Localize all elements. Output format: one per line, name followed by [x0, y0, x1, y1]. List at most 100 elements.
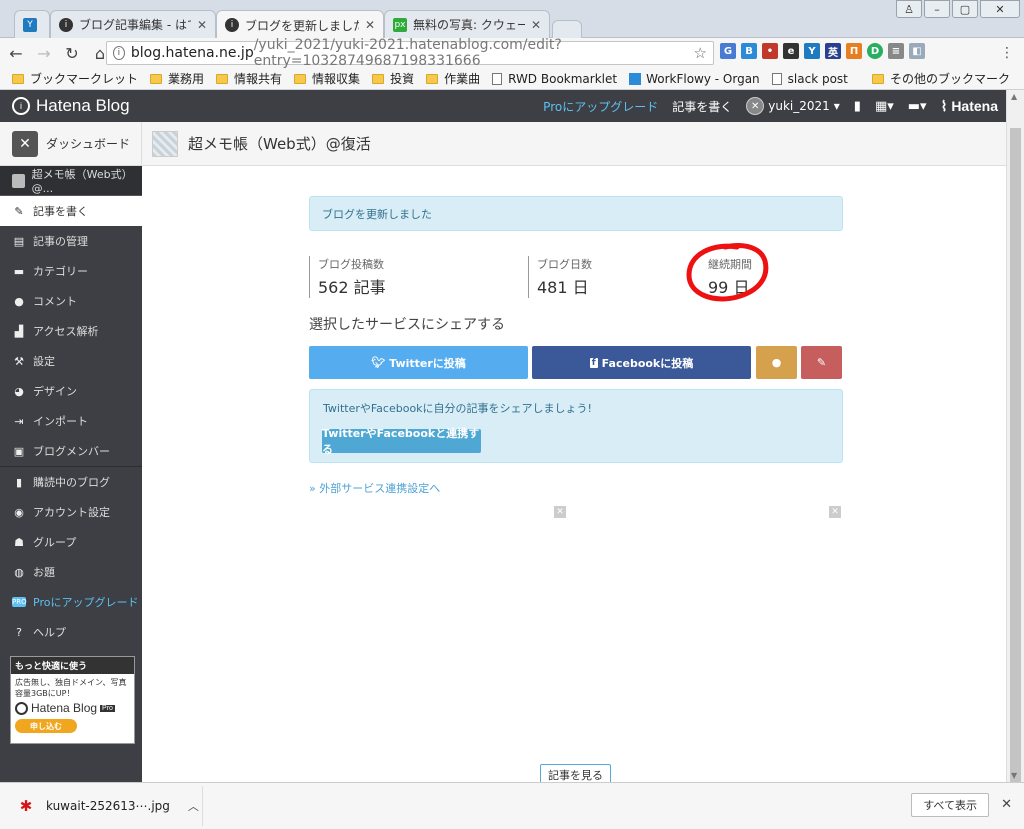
extension-icon[interactable]: •: [762, 43, 778, 59]
apps-grid-icon[interactable]: ▦▾: [875, 99, 894, 114]
notification-icon[interactable]: ▬▾: [908, 99, 927, 114]
sidebar-item-document[interactable]: ▤ 記事の管理: [0, 226, 142, 256]
pro-badge: Pro: [100, 704, 115, 712]
bookmark-folder[interactable]: 情報収集: [294, 70, 360, 87]
comment-share-button[interactable]: ●: [756, 346, 797, 379]
sidebar-item-palette[interactable]: ◕ デザイン: [0, 376, 142, 406]
sidebar-item-label: アクセス解析: [33, 325, 99, 338]
profile-icon[interactable]: ♙: [896, 0, 922, 18]
close-icon[interactable]: ✕: [1001, 797, 1012, 812]
write-post-link[interactable]: 記事を書く: [672, 98, 732, 115]
bookmark-link[interactable]: slack post: [771, 72, 848, 86]
dashboard-link[interactable]: ✕ ダッシュボード: [0, 121, 142, 166]
minimize-button[interactable]: –: [924, 0, 950, 18]
sidebar-item-pencil[interactable]: ✎ 記事を書く: [0, 196, 142, 226]
hatena-bookmark-share-button[interactable]: ✎: [801, 346, 842, 379]
sidebar-item-bar-chart[interactable]: ▟ アクセス解析: [0, 316, 142, 346]
reload-button[interactable]: ↻: [60, 41, 84, 65]
bookmark-folder[interactable]: 業務用: [150, 70, 204, 87]
download-item[interactable]: ✱ kuwait-252613⋯.jpg ︿: [18, 786, 203, 826]
show-all-downloads-button[interactable]: すべて表示: [911, 793, 989, 817]
bookmark-folder[interactable]: 投資: [372, 70, 414, 87]
members-icon: ▣: [13, 444, 25, 458]
sidebar-blog-selector[interactable]: 超メモ帳（Web式）@...: [0, 166, 142, 196]
scroll-down-icon[interactable]: ▼: [1011, 771, 1017, 780]
user-menu[interactable]: ✕ yuki_2021 ▾: [746, 97, 840, 115]
topic-icon: ◍: [14, 565, 24, 579]
scrollbar-thumb[interactable]: [1010, 128, 1021, 788]
address-bar[interactable]: i blog.hatena.ne.jp/yuki_2021/yuki-2021.…: [106, 37, 714, 69]
extension-icon[interactable]: ≡: [888, 43, 904, 59]
window-close-button[interactable]: ✕: [980, 0, 1020, 18]
sidebar-item-wrench[interactable]: ⚒ 設定: [0, 346, 142, 376]
connect-services-button[interactable]: TwitterやFacebookと連携する: [322, 427, 481, 456]
sidebar-item-import[interactable]: ⇥ インポート: [0, 406, 142, 436]
promo-apply-button[interactable]: 申し込む: [15, 719, 77, 733]
sidebar-item-account[interactable]: ◉ アカウント設定: [0, 497, 142, 527]
back-button[interactable]: ←: [4, 41, 28, 65]
sidebar-item-members[interactable]: ▣ ブログメンバー: [0, 436, 142, 466]
hatena-icon[interactable]: Y: [804, 43, 820, 59]
ad-close-icon[interactable]: ✕: [829, 506, 841, 518]
stat-value: 481 日: [537, 278, 589, 297]
bookmark-folder[interactable]: 作業曲: [426, 70, 480, 87]
bookmark-folder[interactable]: ブックマークレット: [12, 70, 138, 87]
facebook-post-button[interactable]: f Facebookに投稿: [532, 346, 751, 379]
bookmark-label: その他のブックマーク: [889, 72, 1010, 86]
update-notice: ブログを更新しました: [309, 196, 843, 231]
tab-blog-edit[interactable]: i ブログ記事編集 - はてな ✕: [50, 10, 216, 38]
bookmark-link[interactable]: RWD Bookmarklet: [492, 72, 617, 86]
chevron-up-icon[interactable]: ︿: [188, 798, 199, 814]
extension-icon[interactable]: Π: [846, 43, 862, 59]
view-post-button[interactable]: 記事を見る: [540, 764, 611, 784]
bookmark-folder[interactable]: 情報共有: [216, 70, 282, 87]
extension-icon[interactable]: D: [867, 43, 883, 59]
group-icon: ☗: [14, 535, 24, 549]
sidebar-item-topic[interactable]: ◍ お題: [0, 557, 142, 587]
other-bookmarks[interactable]: その他のブックマーク: [871, 70, 1010, 87]
info-icon[interactable]: i: [113, 46, 125, 60]
ad-close-icon[interactable]: ✕: [554, 506, 566, 518]
sidebar-item-help[interactable]: ? ヘルプ: [0, 617, 142, 647]
close-icon[interactable]: ✕: [365, 18, 375, 32]
sidebar-item-bookmark[interactable]: ▮ 購読中のブログ: [0, 467, 142, 497]
new-tab-button[interactable]: [552, 20, 582, 38]
tab-blog-updated[interactable]: i ブログを更新しました - ✕: [216, 10, 384, 39]
forward-button[interactable]: →: [32, 41, 56, 65]
bookmark-label: 情報共有: [234, 72, 283, 86]
sidebar-item-group[interactable]: ☗ グループ: [0, 527, 142, 557]
blog-title[interactable]: 超メモ帳（Web式）@復活: [188, 133, 371, 154]
bookmark-star-icon[interactable]: ☆: [694, 44, 707, 62]
blog-sub-header: ✕ ダッシュボード 超メモ帳（Web式）@復活: [0, 121, 1006, 166]
evernote-icon[interactable]: e: [783, 43, 799, 59]
translate-icon[interactable]: G: [720, 43, 736, 59]
hatena-brand[interactable]: ⌇ Hatena: [941, 98, 998, 115]
tab-hatena[interactable]: Y: [14, 10, 50, 38]
bookmark-link[interactable]: WorkFlowy - Organ: [629, 72, 760, 86]
dictionary-icon[interactable]: 英: [825, 43, 841, 59]
chrome-menu-icon[interactable]: ⋮: [1000, 45, 1014, 61]
folder-icon: [294, 73, 307, 84]
external-services-link[interactable]: » 外部サービス連携設定へ: [309, 480, 440, 496]
close-icon[interactable]: ✕: [197, 18, 207, 32]
stat-blog-days: ブログ日数 481 日: [528, 256, 592, 298]
hatena-header: i Hatena Blog Proにアップグレード 記事を書く ✕ yuki_2…: [0, 90, 1006, 122]
bookmark-label: 業務用: [168, 72, 205, 86]
close-icon[interactable]: ✕: [531, 18, 541, 32]
sidebar-item-comment[interactable]: ● コメント: [0, 286, 142, 316]
sidebar-item-folder[interactable]: ▬ カテゴリー: [0, 256, 142, 286]
promo-logo: Hatena Blog Pro: [11, 699, 134, 717]
extension-icon[interactable]: B: [741, 43, 757, 59]
page-scrollbar[interactable]: ▲ ▼: [1006, 90, 1024, 788]
browser-toolbar: ← → ↻ ⌂ i blog.hatena.ne.jp/yuki_2021/yu…: [0, 37, 1024, 69]
tab-pixabay[interactable]: px 無料の写真: クウェート ✕: [384, 10, 550, 38]
twitter-post-button[interactable]: 🐦︎ Twitterに投稿: [309, 346, 528, 379]
hatena-blog-logo[interactable]: i Hatena Blog: [12, 96, 130, 116]
scroll-up-icon[interactable]: ▲: [1011, 92, 1017, 101]
bookmark-icon[interactable]: ▮: [854, 99, 861, 114]
sidebar-item-pro[interactable]: PRO Proにアップグレード: [0, 587, 142, 617]
extension-icon[interactable]: ◧: [909, 43, 925, 59]
pro-upgrade-link[interactable]: Proにアップグレード: [543, 98, 658, 115]
maximize-button[interactable]: ▢: [952, 0, 978, 18]
sidebar-item-label: アカウント設定: [33, 506, 110, 519]
